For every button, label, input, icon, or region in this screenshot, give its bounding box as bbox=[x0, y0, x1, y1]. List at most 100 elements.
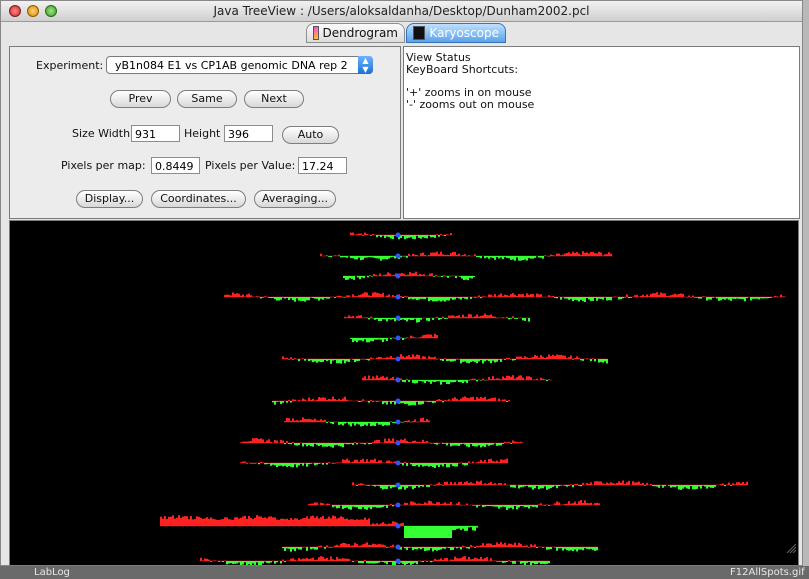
ratio-bar bbox=[556, 297, 558, 299]
ratio-bar bbox=[552, 295, 554, 297]
ratio-bar bbox=[426, 485, 428, 487]
ratio-bar bbox=[260, 516, 262, 526]
ratio-bar bbox=[292, 297, 294, 301]
ratio-bar bbox=[336, 518, 338, 526]
pixels-per-value-field[interactable]: 17.24 bbox=[298, 157, 347, 174]
ratio-bar bbox=[356, 316, 358, 318]
ratio-bar bbox=[452, 547, 454, 551]
ratio-bar bbox=[504, 359, 506, 360]
ratio-bar bbox=[330, 518, 332, 526]
ratio-bar bbox=[340, 359, 342, 364]
pixels-per-map-field[interactable]: 0.8449 bbox=[151, 157, 200, 174]
auto-button[interactable]: Auto bbox=[282, 126, 339, 144]
same-button[interactable]: Same bbox=[177, 90, 237, 108]
ratio-bar bbox=[562, 254, 564, 256]
ratio-bar bbox=[500, 505, 502, 508]
ratio-bar bbox=[494, 256, 496, 260]
coordinates-button[interactable]: Coordinates... bbox=[151, 190, 246, 208]
ratio-bar bbox=[408, 441, 410, 443]
ratio-bar bbox=[566, 253, 568, 256]
ratio-bar bbox=[354, 256, 356, 260]
ratio-bar bbox=[204, 518, 206, 526]
ratio-bar bbox=[508, 505, 510, 509]
ratio-bar bbox=[414, 502, 416, 505]
ratio-bar bbox=[746, 297, 748, 299]
ratio-bar bbox=[704, 485, 706, 487]
tab-dendrogram[interactable]: Dendrogram bbox=[306, 23, 405, 43]
ratio-bar bbox=[388, 401, 390, 402]
ratio-bar bbox=[388, 318, 390, 320]
prev-button[interactable]: Prev bbox=[110, 90, 171, 108]
ratio-bar bbox=[410, 357, 412, 359]
ratio-bar bbox=[480, 297, 482, 299]
ratio-bar bbox=[296, 518, 298, 526]
ratio-bar bbox=[698, 485, 700, 487]
ratio-bar bbox=[459, 276, 461, 277]
ratio-bar bbox=[518, 485, 520, 489]
ratio-bar bbox=[438, 502, 440, 505]
averaging-button[interactable]: Averaging... bbox=[254, 190, 336, 208]
ratio-bar bbox=[492, 359, 494, 361]
ratio-bar bbox=[316, 297, 318, 299]
ratio-bar bbox=[390, 421, 392, 422]
ratio-bar bbox=[484, 359, 486, 362]
ratio-bar bbox=[476, 443, 478, 447]
next-button[interactable]: Next bbox=[244, 90, 304, 108]
desktop-item-file[interactable]: F12AllSpots.gif bbox=[730, 567, 805, 578]
ratio-bar bbox=[410, 561, 412, 565]
ratio-bar bbox=[522, 561, 524, 563]
ratio-bar bbox=[390, 503, 392, 505]
ratio-bar bbox=[382, 292, 384, 297]
tab-karyoscope[interactable]: Karyoscope bbox=[406, 23, 506, 43]
ratio-bar bbox=[456, 254, 458, 256]
karyoscope-view[interactable] bbox=[9, 220, 799, 566]
ratio-bar bbox=[340, 296, 342, 297]
height-field[interactable]: 396 bbox=[224, 125, 273, 142]
ratio-bar bbox=[694, 297, 696, 298]
ratio-bar bbox=[566, 297, 568, 299]
ratio-bar bbox=[464, 556, 466, 561]
ratio-bar bbox=[462, 526, 464, 529]
ratio-bar bbox=[286, 417, 288, 422]
ratio-bar bbox=[434, 463, 436, 468]
karyoscope-plot[interactable] bbox=[10, 221, 798, 566]
ratio-bar bbox=[480, 459, 482, 463]
ratio-bar bbox=[504, 459, 506, 463]
ratio-bar bbox=[276, 297, 278, 301]
title-bar[interactable]: Java TreeView : /Users/aloksaldanha/Desk… bbox=[1, 1, 802, 22]
ratio-bar bbox=[430, 484, 432, 485]
ratio-bar bbox=[426, 334, 428, 338]
desktop-item-lablog[interactable]: LabLog bbox=[34, 567, 70, 578]
ratio-bar bbox=[382, 544, 384, 547]
ratio-bar bbox=[342, 542, 344, 547]
experiment-select[interactable]: yB1n084 E1 vs CP1AB genomic DNA rep 2 ▲ ▼ bbox=[106, 56, 373, 74]
ratio-bar bbox=[516, 356, 518, 359]
ratio-bar bbox=[236, 293, 238, 297]
ratio-bar bbox=[256, 296, 258, 297]
ratio-bar bbox=[474, 483, 476, 485]
ratio-bar bbox=[312, 557, 314, 561]
ratio-bar bbox=[343, 276, 345, 279]
ratio-bar bbox=[572, 547, 574, 552]
ratio-bar bbox=[514, 294, 516, 297]
ratio-bar bbox=[356, 338, 358, 343]
status-shortcuts-label: KeyBoard Shortcuts: bbox=[406, 63, 519, 76]
ratio-bar bbox=[452, 526, 454, 531]
ratio-bar bbox=[530, 561, 532, 566]
ratio-bar bbox=[378, 293, 380, 297]
size-width-field[interactable]: 931 bbox=[131, 125, 180, 142]
ratio-bar bbox=[578, 547, 580, 550]
resize-grip-icon[interactable] bbox=[786, 543, 796, 553]
ratio-bar bbox=[366, 317, 368, 318]
ratio-bar bbox=[608, 297, 610, 301]
ratio-bar bbox=[556, 253, 558, 256]
ratio-bar bbox=[434, 526, 436, 538]
ratio-bar bbox=[318, 557, 320, 561]
ratio-bar bbox=[462, 443, 464, 444]
ratio-bar bbox=[366, 485, 368, 486]
ratio-bar bbox=[372, 485, 374, 486]
ratio-bar bbox=[582, 482, 584, 485]
ratio-bar bbox=[188, 519, 190, 526]
display-button[interactable]: Display... bbox=[76, 190, 143, 208]
ratio-bar bbox=[718, 297, 720, 301]
